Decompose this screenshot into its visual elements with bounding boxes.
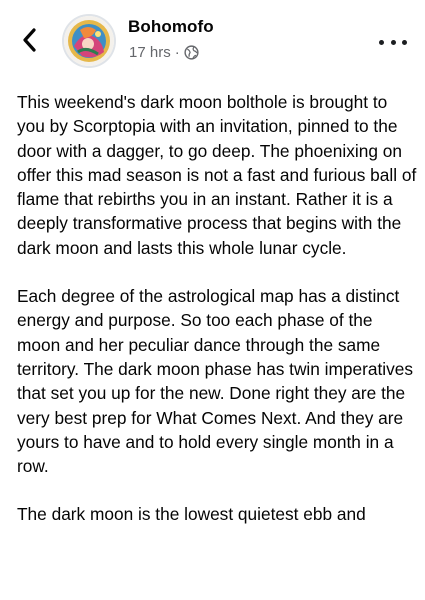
post-page: Bohomofo 17 hrs · This weekend's dark mo… [0, 0, 425, 600]
meta-separator: · [174, 44, 180, 61]
post-timestamp[interactable]: 17 hrs [129, 44, 171, 61]
back-button[interactable] [14, 26, 44, 58]
post-header: Bohomofo 17 hrs · [0, 0, 425, 84]
post-meta: 17 hrs · [129, 44, 199, 61]
post-paragraph: Each degree of the astrological map has … [17, 286, 414, 477]
author-name[interactable]: Bohomofo [128, 17, 214, 37]
globe-icon [184, 45, 199, 60]
more-options-button[interactable] [379, 34, 407, 50]
avatar[interactable] [64, 16, 114, 66]
chevron-left-icon [22, 27, 36, 57]
post-paragraph: This weekend's dark moon bolthole is bro… [17, 92, 417, 258]
post-paragraph: The dark moon is the lowest quietest ebb… [17, 504, 366, 525]
post-text: This weekend's dark moon bolthole is bro… [17, 90, 417, 551]
more-options-icon [379, 39, 384, 45]
